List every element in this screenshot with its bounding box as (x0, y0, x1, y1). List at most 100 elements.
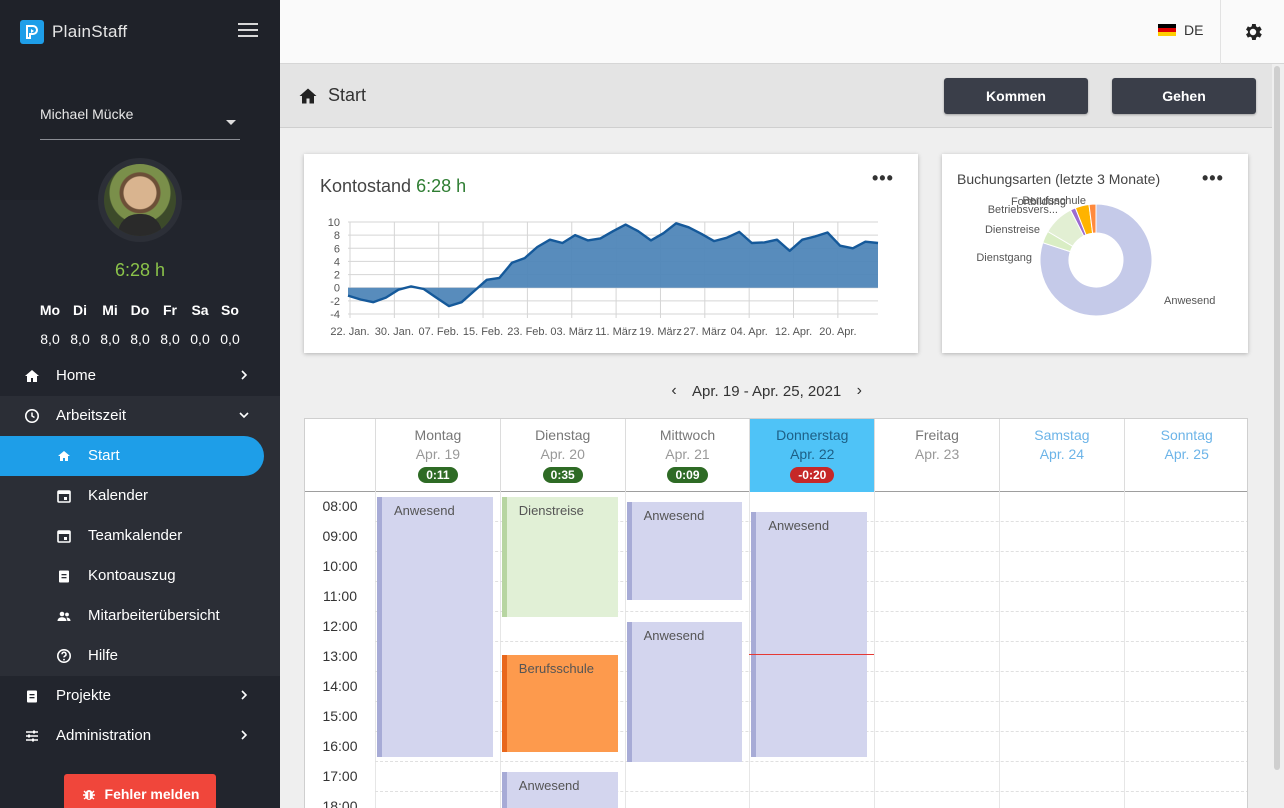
logo-icon (20, 20, 44, 44)
day-name: Donnerstag (776, 427, 849, 443)
calendar-event[interactable]: Anwesend (626, 502, 743, 600)
day-header[interactable]: Montag Apr. 19 0:11 (375, 419, 500, 492)
week-calendar: Montag Apr. 19 0:11 Dienstag Apr. 20 0:35 Mitt… (304, 418, 1248, 808)
calendar-event[interactable]: Berufsschule (501, 654, 618, 752)
day-header[interactable]: Dienstag Apr. 20 0:35 (499, 419, 625, 492)
week-day-label: Di (73, 302, 87, 318)
current-time-line (749, 653, 875, 655)
x-tick-label: 30. Jan. (375, 326, 414, 338)
calendar-event[interactable]: Anwesend (501, 772, 618, 808)
hour-label: 11:00 (323, 588, 357, 604)
day-name: Samstag (1034, 427, 1090, 443)
calendar-event[interactable]: Anwesend (751, 512, 868, 757)
user-name: Michael Mücke (40, 106, 134, 122)
top-bar: DE (280, 0, 1284, 64)
sidebar-item-kontoauszug[interactable]: Kontoauszug (0, 556, 280, 596)
sidebar-group-arbeitszeit: Arbeitszeit Start Kalender Teamkalender … (0, 396, 280, 676)
day-header[interactable]: Donnerstag Apr. 22 -0:20 (749, 419, 875, 492)
pie-label: Berufsschule (1022, 195, 1086, 207)
clock-icon (25, 409, 39, 423)
help-icon (57, 649, 71, 663)
german-flag-icon (1158, 23, 1176, 37)
week-day-hours: 0,0 (190, 331, 210, 347)
week-day-label: Mi (102, 302, 118, 318)
user-select[interactable]: Michael Mücke (40, 106, 240, 140)
x-tick-label: 12. Apr. (775, 326, 812, 338)
day-header[interactable]: Samstag Apr. 24 (999, 419, 1124, 492)
day-date: Apr. 23 (914, 446, 960, 462)
menu-toggle-icon[interactable] (238, 23, 258, 39)
y-tick-label: 2 (334, 270, 340, 282)
hour-label: 09:00 (322, 528, 358, 544)
people-icon (57, 611, 71, 621)
sidebar-item-kalender[interactable]: Kalender (0, 476, 280, 516)
report-bug-label: Fehler melden (104, 786, 200, 802)
day-header[interactable]: Freitag Apr. 23 (874, 419, 999, 492)
x-tick-label: 04. Apr. (731, 326, 768, 338)
calendar-event[interactable]: Dienstreise (501, 497, 618, 617)
sidebar-item-home[interactable]: Home (0, 356, 280, 396)
x-tick-label: 20. Apr. (819, 326, 856, 338)
x-tick-label: 27. März (683, 326, 726, 338)
y-tick-label: 10 (328, 217, 340, 229)
chevron-right-icon (241, 370, 248, 380)
chevron-right-icon (241, 730, 248, 740)
sidebar-item-label: Hilfe (88, 647, 119, 664)
week-day-label: Sa (191, 302, 209, 318)
settings-button[interactable] (1220, 0, 1284, 64)
chevron-down-icon (239, 412, 249, 419)
sidebar-item-hilfe[interactable]: Hilfe (0, 636, 280, 676)
calendar-event[interactable]: Anwesend (377, 497, 493, 757)
day-name: Montag (414, 427, 462, 443)
day-date: Apr. 24 (1039, 446, 1085, 462)
page-header: Start Kommen Gehen (280, 64, 1272, 128)
calendar-event[interactable]: Anwesend (626, 622, 743, 762)
x-tick-label: 23. Feb. (507, 326, 547, 338)
hour-label: 14:00 (322, 678, 358, 694)
gehen-button[interactable]: Gehen (1112, 78, 1256, 114)
sidebar-item-projekte[interactable]: Projekte (0, 676, 280, 716)
day-date: Apr. 20 (540, 446, 585, 462)
day-header[interactable]: Sonntag Apr. 25 (1123, 419, 1247, 492)
language-label: DE (1184, 22, 1204, 38)
kommen-button[interactable]: Kommen (944, 78, 1088, 114)
report-bug-button[interactable]: Fehler melden (64, 774, 216, 808)
week-day: Sa 0,0 (185, 302, 215, 347)
pie-label: Dienstgang (976, 252, 1032, 264)
prev-week-button[interactable]: ‹ (664, 382, 684, 400)
y-tick-label: 4 (334, 256, 340, 268)
bug-icon (82, 790, 95, 800)
hour-label: 10:00 (322, 558, 358, 574)
x-tick-label: 07. Feb. (419, 326, 459, 338)
kontostand-label: Kontostand (320, 176, 412, 196)
scrollbar[interactable] (1274, 66, 1280, 770)
day-header[interactable]: Mittwoch Apr. 21 0:09 (624, 419, 750, 492)
kontostand-value: 6:28 h (416, 176, 467, 196)
week-day: Mo 8,0 (35, 302, 65, 347)
hour-label: 13:00 (322, 648, 358, 664)
kontostand-more-button[interactable]: ••• (872, 168, 894, 189)
sidebar: PlainStaff Michael Mücke 6:28 h Mo 8,0 Di… (0, 0, 280, 808)
hour-label: 18:00 (322, 798, 358, 808)
home-icon (58, 451, 70, 461)
calendar-icon (57, 490, 71, 503)
sidebar-item-teamkalender[interactable]: Teamkalender (0, 516, 280, 556)
sidebar-nav: Home Arbeitszeit Start Kalender Teamkale… (0, 356, 280, 756)
day-date: Apr. 21 (665, 446, 710, 462)
app-logo[interactable]: PlainStaff (20, 20, 127, 44)
page-title: Start (298, 85, 366, 106)
sidebar-item-mitarbeiter[interactable]: Mitarbeiterübersicht (0, 596, 280, 636)
chevron-down-icon (226, 120, 236, 125)
sidebar-item-start[interactable]: Start (0, 436, 264, 476)
pie-label: Anwesend (1164, 295, 1215, 307)
gear-icon (1245, 24, 1262, 40)
day-name: Sonntag (1160, 427, 1213, 443)
sidebar-item-label: Teamkalender (88, 527, 183, 544)
buchungsarten-card: Buchungsarten (letzte 3 Monate) ••• Anwe… (942, 154, 1248, 353)
next-week-button[interactable]: › (849, 382, 869, 400)
sidebar-item-arbeitszeit[interactable]: Arbeitszeit (0, 396, 280, 436)
sidebar-item-administration[interactable]: Administration (0, 716, 280, 756)
language-selector[interactable]: DE (1158, 22, 1203, 38)
balance-area (348, 223, 878, 307)
calendar-header: Montag Apr. 19 0:11 Dienstag Apr. 20 0:35 Mitt… (305, 419, 1247, 492)
